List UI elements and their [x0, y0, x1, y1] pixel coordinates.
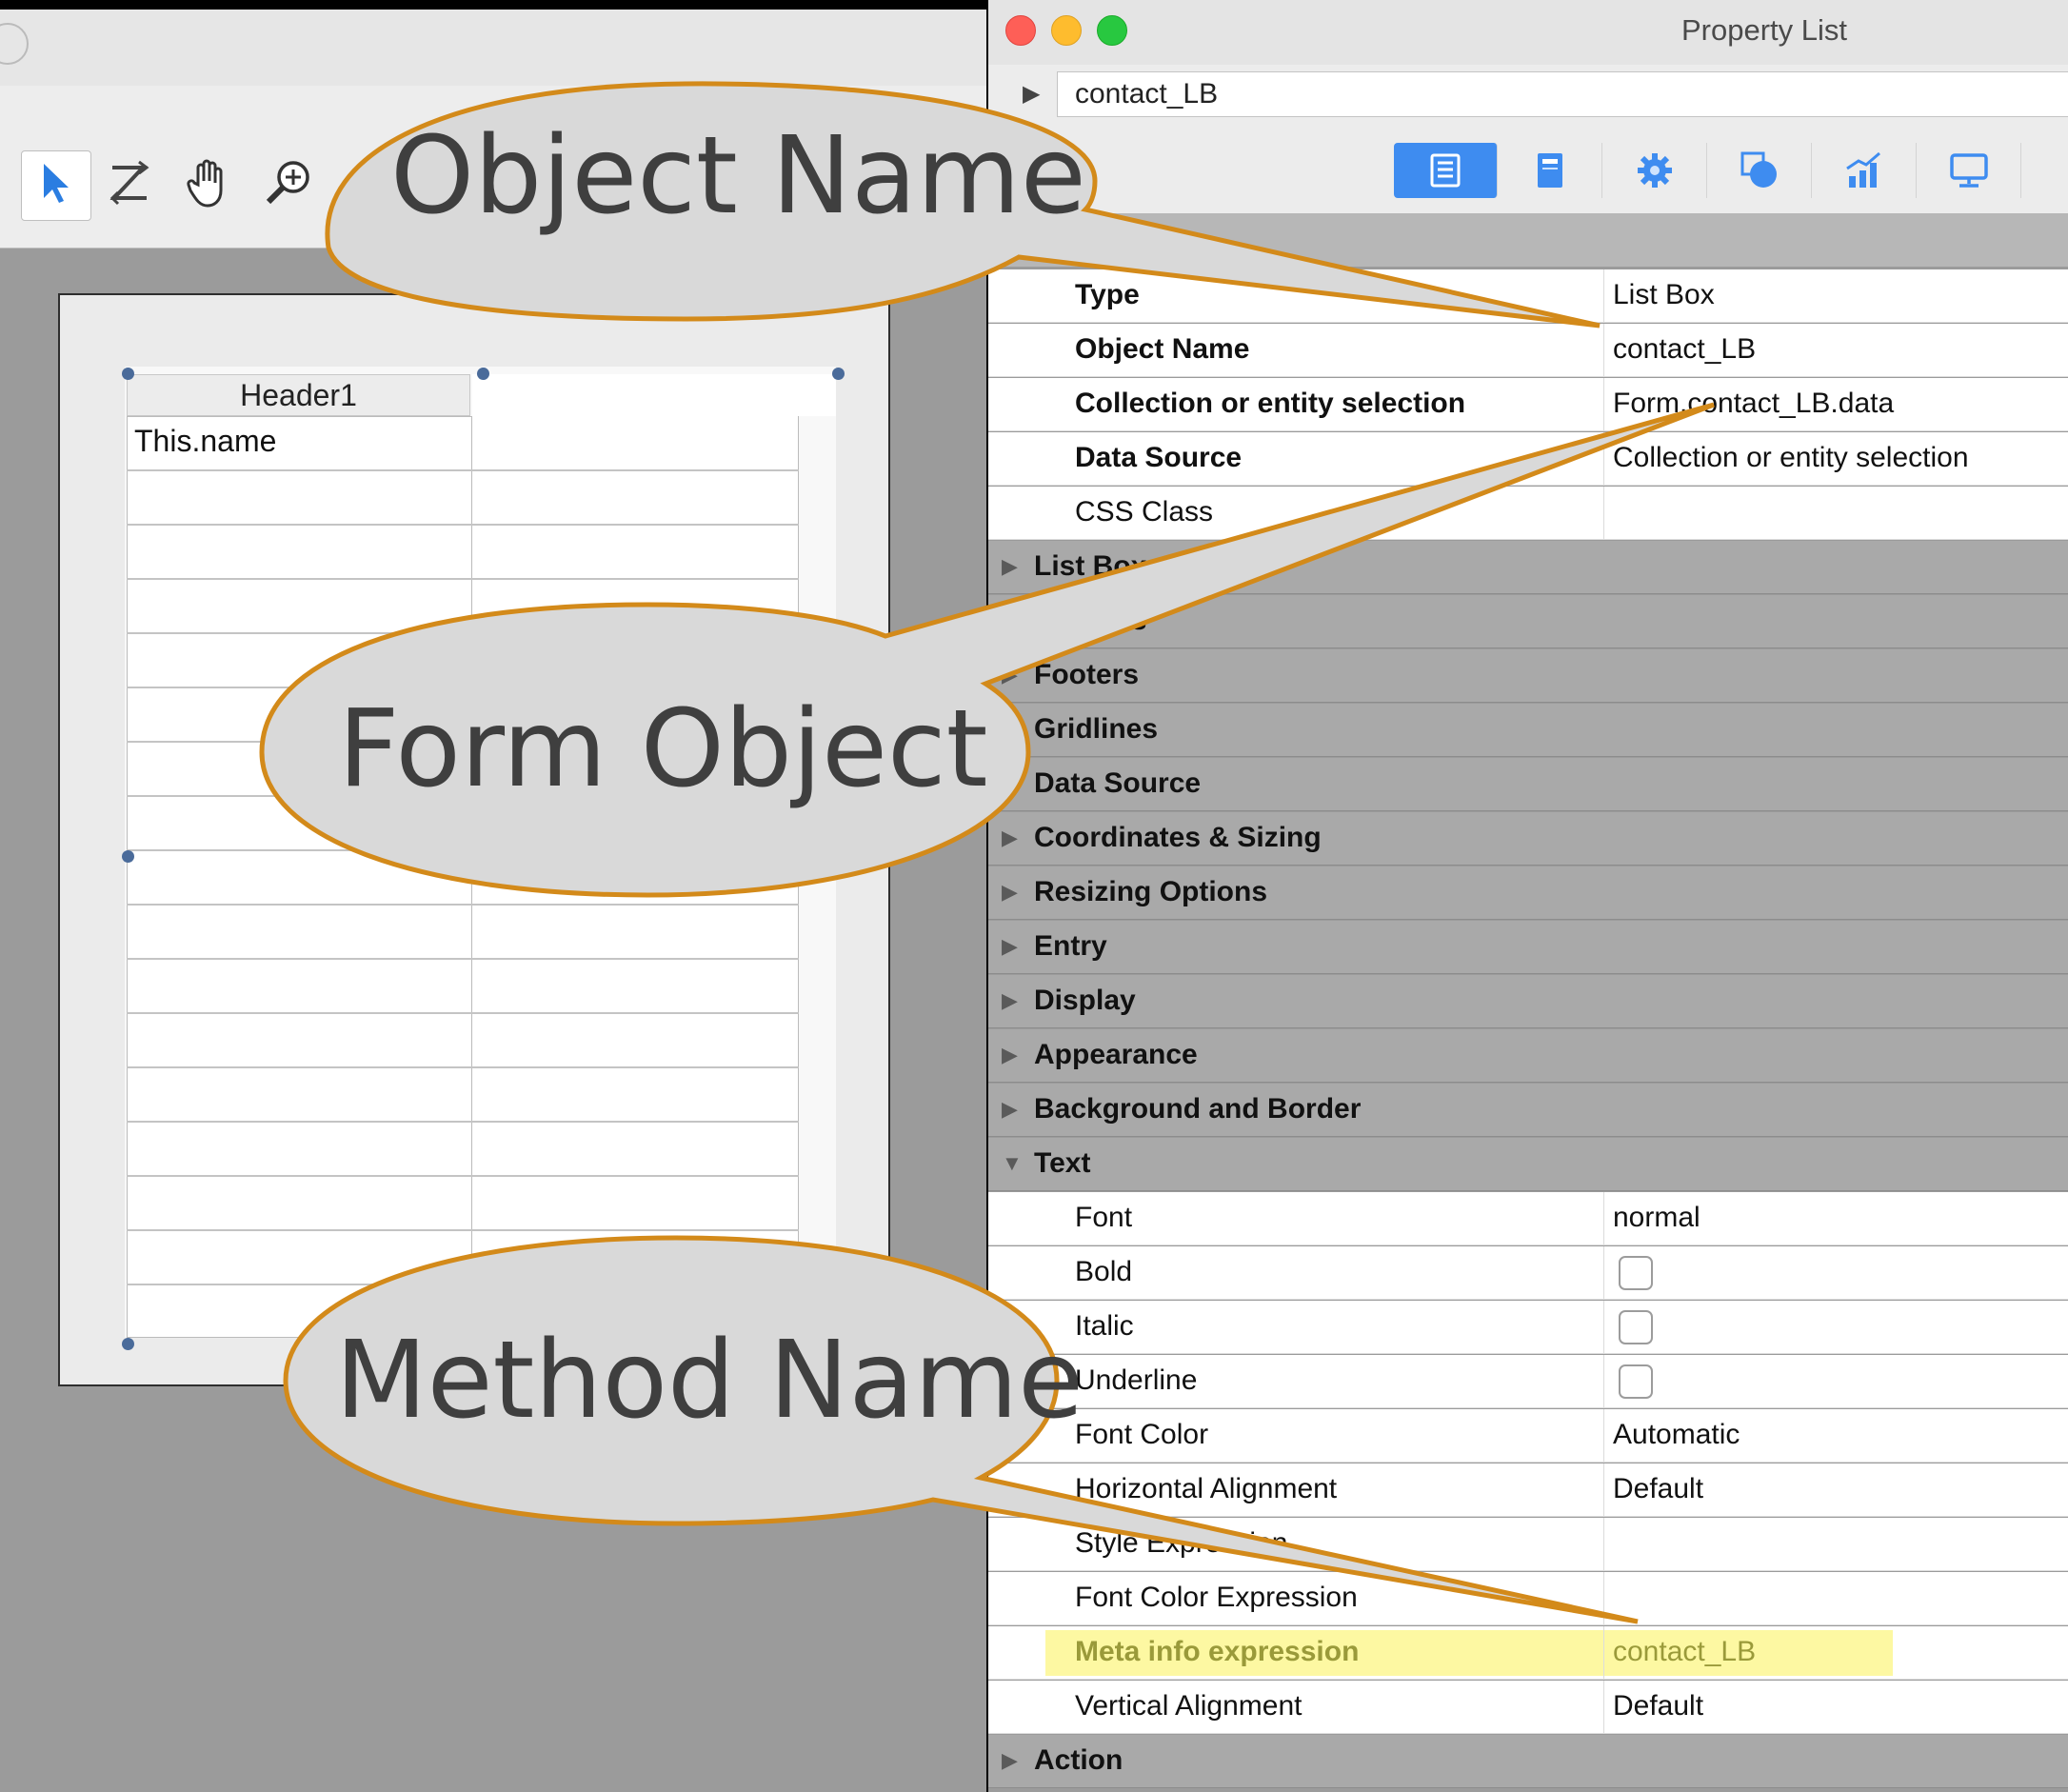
callout-object-name: Object Name	[390, 114, 1086, 238]
callout-form-object-bubble	[259, 402, 1715, 898]
callout-method-name: Method Name	[335, 1319, 1084, 1443]
callout-layer	[259, 81, 1715, 1624]
callout-form-object: Form Object	[338, 687, 988, 811]
